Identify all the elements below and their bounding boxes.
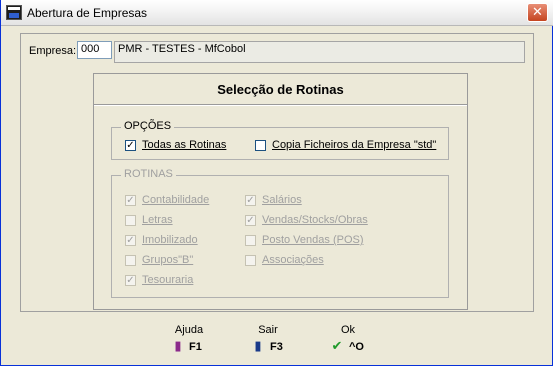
sair-button[interactable]: Sair ▮ F3	[238, 324, 298, 358]
checkbox-box[interactable]	[125, 255, 136, 266]
title-divider	[94, 104, 467, 106]
checkbox-label[interactable]: Copia Ficheiros da Empresa "std"	[272, 139, 436, 151]
checkbox-box[interactable]	[255, 140, 266, 151]
sair-key: F3	[270, 341, 283, 353]
checkbox-box[interactable]	[245, 255, 256, 266]
empresa-label: Empresa:	[29, 45, 77, 57]
ok-key: ^O	[349, 341, 364, 353]
checkbox-box[interactable]: ✓	[125, 195, 136, 206]
ajuda-label: Ajuda	[174, 324, 204, 336]
rotinas-legend: ROTINAS	[121, 168, 176, 180]
ok-button[interactable]: Ok ✔ ^O	[318, 324, 378, 358]
checkbox-box[interactable]: ✓	[125, 275, 136, 286]
ok-label: Ok	[340, 324, 356, 336]
checkbox-label[interactable]: Grupos"B"	[142, 254, 193, 266]
checkbox-label[interactable]: Posto Vendas (POS)	[262, 234, 364, 246]
checkbox-box[interactable]: ✓	[125, 140, 136, 151]
checkbox-label[interactable]: Imobilizado	[142, 234, 198, 246]
book-icon: ▮	[174, 339, 182, 354]
ajuda-button[interactable]: Ajuda ▮ F1	[159, 324, 219, 358]
checkmark-icon: ✔	[331, 339, 343, 354]
empresa-code-field[interactable]: 000	[77, 41, 112, 59]
opcoes-legend: OPÇÕES	[121, 120, 175, 132]
ajuda-key: F1	[189, 341, 202, 353]
close-button[interactable]: ✕	[527, 3, 548, 22]
window-title: Abertura de Empresas	[27, 6, 148, 20]
checkbox-box[interactable]: ✓	[245, 195, 256, 206]
checkbox-label[interactable]: Vendas/Stocks/Obras	[262, 214, 368, 226]
checkbox-label[interactable]: Contabilidade	[142, 194, 209, 206]
checkbox-label[interactable]: Letras	[142, 214, 173, 226]
checkbox-label[interactable]: Todas as Rotinas	[142, 139, 226, 151]
panel-title: Selecção de Rotinas	[217, 82, 344, 97]
sair-label: Sair	[258, 324, 278, 336]
empresa-name-field: PMR - TESTES - MfCobol	[114, 41, 525, 63]
dialog-window: Abertura de Empresas ✕ Empresa: 000 PMR …	[0, 0, 553, 366]
checkbox-label[interactable]: Salários	[262, 194, 302, 206]
checkbox-box[interactable]: ✓	[245, 215, 256, 226]
checkbox-box[interactable]: ✓	[125, 235, 136, 246]
checkbox-label[interactable]: Associações	[262, 254, 324, 266]
title-bar[interactable]: Abertura de Empresas ✕	[1, 0, 553, 26]
checkbox-box[interactable]	[125, 215, 136, 226]
checkbox-box[interactable]	[245, 235, 256, 246]
exit-door-icon: ▮	[254, 339, 262, 354]
app-icon[interactable]	[6, 5, 22, 20]
checkbox-label[interactable]: Tesouraria	[142, 274, 193, 286]
